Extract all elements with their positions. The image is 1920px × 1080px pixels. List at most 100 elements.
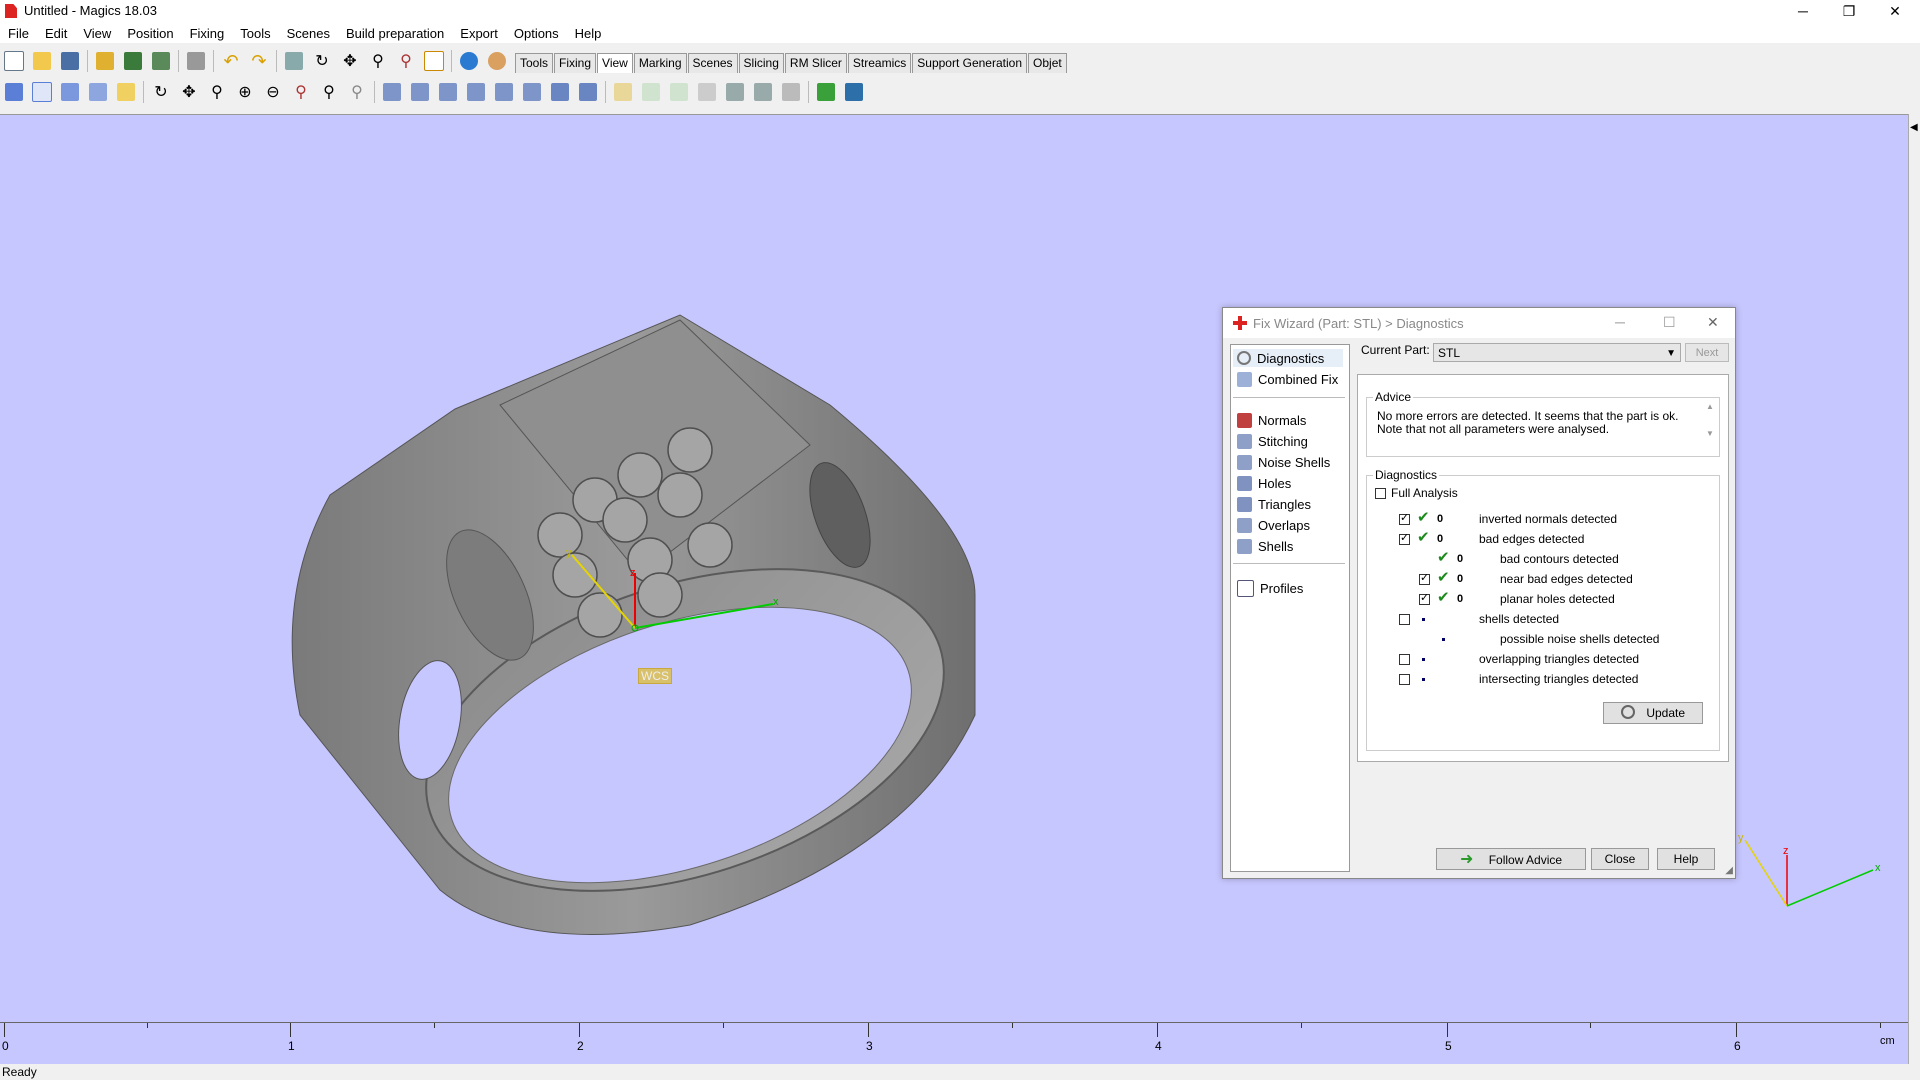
- tab-slicing[interactable]: Slicing: [738, 53, 784, 73]
- save-icon[interactable]: [58, 49, 82, 73]
- save-part-icon[interactable]: [121, 49, 145, 73]
- tab-tools[interactable]: Tools: [515, 53, 554, 73]
- shaded-view-icon[interactable]: [2, 80, 26, 104]
- dialog-minimize-icon[interactable]: ─: [1615, 314, 1625, 330]
- import-part-icon[interactable]: [93, 49, 117, 73]
- minimize-button[interactable]: ─: [1780, 0, 1826, 22]
- menu-build-preparation[interactable]: Build preparation: [338, 22, 452, 43]
- zoom-all-icon[interactable]: ⚲: [317, 80, 341, 104]
- tab-view[interactable]: View: [597, 53, 633, 73]
- menu-view[interactable]: View: [75, 22, 119, 43]
- resize-grip-icon[interactable]: ◢: [1725, 865, 1733, 876]
- help-button[interactable]: Help: [1657, 848, 1715, 870]
- undo-icon[interactable]: ↶: [219, 49, 243, 73]
- tab-scenes[interactable]: Scenes: [687, 53, 738, 73]
- nav-diagnostics[interactable]: Diagnostics: [1233, 349, 1343, 367]
- view-left-icon[interactable]: [492, 80, 516, 104]
- planar-holes-checkbox[interactable]: [1419, 591, 1430, 605]
- dialog-maximize-icon[interactable]: ☐: [1663, 314, 1676, 331]
- next-button[interactable]: Next: [1685, 343, 1729, 362]
- rotate-icon[interactable]: ↻: [310, 49, 334, 73]
- nav-noise-shells[interactable]: Noise Shells: [1237, 453, 1330, 471]
- zoom-selection-icon[interactable]: ⚲: [345, 80, 369, 104]
- close-button[interactable]: Close: [1591, 848, 1649, 870]
- axes-icon[interactable]: [639, 80, 663, 104]
- nav-holes[interactable]: Holes: [1237, 474, 1291, 492]
- shells-checkbox[interactable]: [1399, 614, 1410, 625]
- tab-objet[interactable]: Objet: [1028, 53, 1067, 73]
- zoom-out-icon[interactable]: ⊖: [261, 80, 285, 104]
- tab-marking[interactable]: Marking: [633, 53, 687, 73]
- view-top-icon[interactable]: [380, 80, 404, 104]
- help-icon[interactable]: [457, 49, 481, 73]
- update-button[interactable]: Update: [1603, 702, 1703, 724]
- menu-edit[interactable]: Edit: [37, 22, 75, 43]
- menu-tools[interactable]: Tools: [232, 22, 278, 43]
- zoom-icon[interactable]: ⚲: [366, 49, 390, 73]
- near-bad-edges-checkbox[interactable]: [1419, 571, 1430, 585]
- section-view-icon[interactable]: [723, 80, 747, 104]
- collapse-arrow-icon[interactable]: ◀: [1910, 122, 1918, 133]
- open-folder-icon[interactable]: [30, 49, 54, 73]
- triangles-view-icon[interactable]: [86, 80, 110, 104]
- pan-icon[interactable]: ✥: [338, 49, 362, 73]
- zoom-view-icon[interactable]: ⚲: [205, 80, 229, 104]
- menu-export[interactable]: Export: [452, 22, 506, 43]
- tab-rm-slicer[interactable]: RM Slicer: [784, 53, 847, 73]
- assistant-icon[interactable]: [485, 49, 509, 73]
- menu-file[interactable]: File: [0, 22, 37, 43]
- close-window-button[interactable]: ✕: [1872, 0, 1918, 22]
- nav-shells[interactable]: Shells: [1237, 537, 1293, 555]
- part-list-icon[interactable]: [779, 80, 803, 104]
- screenshot-icon[interactable]: [842, 80, 866, 104]
- current-part-select[interactable]: STL ▼: [1433, 343, 1681, 362]
- wireframe-view-icon[interactable]: [30, 80, 54, 104]
- view-back-icon[interactable]: [464, 80, 488, 104]
- nav-normals[interactable]: Normals: [1237, 411, 1306, 429]
- shaded-edges-icon[interactable]: [58, 80, 82, 104]
- right-side-panel[interactable]: ◀: [1908, 114, 1920, 1064]
- nav-stitching[interactable]: Stitching: [1237, 432, 1308, 450]
- select-icon[interactable]: [282, 49, 306, 73]
- zoom-in-icon[interactable]: ⊕: [233, 80, 257, 104]
- view-right-icon[interactable]: [520, 80, 544, 104]
- pan-view-icon[interactable]: ✥: [177, 80, 201, 104]
- menu-scenes[interactable]: Scenes: [279, 22, 338, 43]
- overlapping-triangles-checkbox[interactable]: [1399, 654, 1410, 665]
- lighting-icon[interactable]: [611, 80, 635, 104]
- export-view-icon[interactable]: [814, 80, 838, 104]
- coordinate-system-icon[interactable]: [667, 80, 691, 104]
- tab-fixing[interactable]: Fixing: [554, 53, 597, 73]
- menu-help[interactable]: Help: [567, 22, 610, 43]
- ruler-icon[interactable]: [695, 80, 719, 104]
- zoom-window-icon[interactable]: ⚲: [289, 80, 313, 104]
- view-front-icon[interactable]: [436, 80, 460, 104]
- fix-wizard-icon[interactable]: [422, 49, 446, 73]
- follow-advice-button[interactable]: ➜ Follow Advice: [1436, 848, 1586, 870]
- tab-streamics[interactable]: Streamics: [847, 53, 912, 73]
- nav-overlaps[interactable]: Overlaps: [1237, 516, 1310, 534]
- view-bottom-icon[interactable]: [408, 80, 432, 104]
- print-icon[interactable]: [184, 49, 208, 73]
- restore-button[interactable]: ❐: [1826, 0, 1872, 22]
- clipping-icon[interactable]: [751, 80, 775, 104]
- redo-icon[interactable]: ↷: [247, 49, 271, 73]
- bad-edges-checkbox[interactable]: [1399, 531, 1410, 545]
- nav-profiles[interactable]: Profiles: [1237, 579, 1303, 597]
- rotate-view-icon[interactable]: ↻: [149, 80, 173, 104]
- transparent-view-icon[interactable]: [114, 80, 138, 104]
- intersecting-triangles-checkbox[interactable]: [1399, 674, 1410, 685]
- menu-position[interactable]: Position: [119, 22, 181, 43]
- menu-options[interactable]: Options: [506, 22, 567, 43]
- tab-support-generation[interactable]: Support Generation: [912, 53, 1028, 73]
- view-iso-icon[interactable]: [548, 80, 572, 104]
- view-iso-alt-icon[interactable]: [576, 80, 600, 104]
- new-file-icon[interactable]: [2, 49, 26, 73]
- advice-scrollbar[interactable]: ▲ ▼: [1703, 402, 1717, 448]
- menu-fixing[interactable]: Fixing: [182, 22, 233, 43]
- nav-combined-fix[interactable]: Combined Fix: [1237, 370, 1338, 388]
- nav-triangles[interactable]: Triangles: [1237, 495, 1311, 513]
- dialog-title-bar[interactable]: Fix Wizard (Part: STL) > Diagnostics ─ ☐…: [1223, 308, 1735, 338]
- inverted-normals-checkbox[interactable]: [1399, 511, 1410, 525]
- dialog-close-icon[interactable]: ✕: [1707, 314, 1719, 331]
